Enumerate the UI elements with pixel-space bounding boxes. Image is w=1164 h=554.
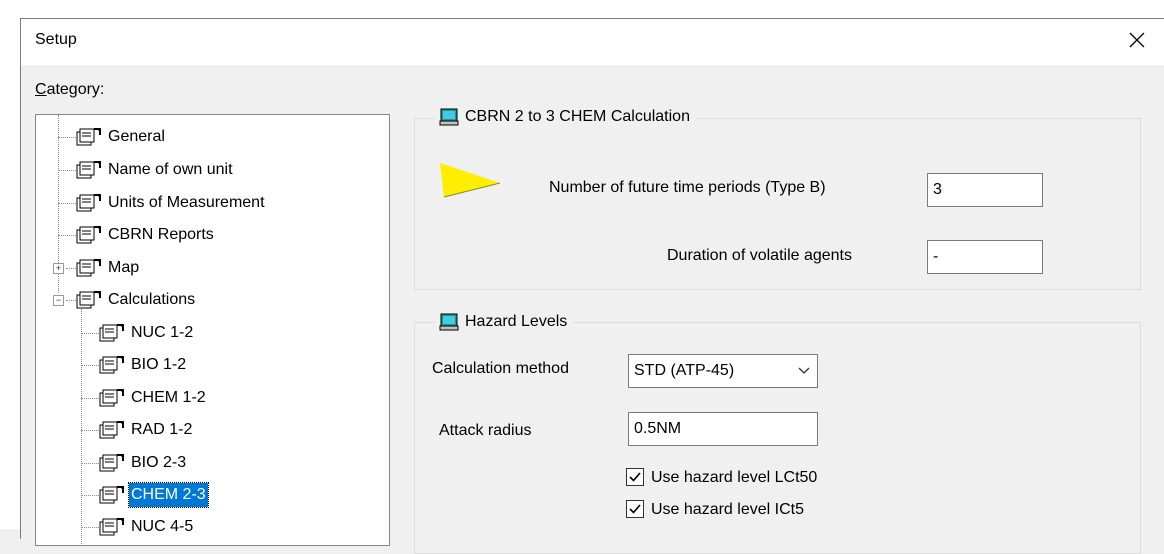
tree-line: [81, 463, 99, 464]
tree-line: [81, 527, 99, 528]
ict5-label: Use hazard level ICt5: [651, 501, 804, 518]
computer-icon: [439, 108, 459, 126]
tree-line: [81, 333, 99, 334]
tree-line: [58, 137, 76, 138]
computer-icon: [439, 313, 459, 331]
tree-line: [81, 398, 99, 399]
future-periods-label: Number of future time periods (Type B): [549, 179, 826, 196]
close-icon[interactable]: [1120, 23, 1154, 57]
tree-item-label: Name of own unit: [108, 161, 233, 178]
settings-page-icon: [99, 454, 124, 472]
tree-line: [81, 305, 82, 545]
duration-input[interactable]: -: [927, 240, 1043, 274]
tree-line: [81, 365, 99, 366]
attack-radius-input[interactable]: 0.5NM: [628, 412, 818, 446]
settings-page-icon: [76, 194, 101, 212]
settings-page-icon: [99, 389, 124, 407]
checkbox-box: [626, 500, 644, 518]
collapse-calculations-button[interactable]: −: [53, 295, 64, 306]
tree-item-label: RAD 1-2: [131, 421, 193, 438]
checkmark-icon: [629, 472, 641, 482]
calculation-method-value: STD (ATP-45): [634, 362, 735, 379]
lct50-label: Use hazard level LCt50: [651, 469, 818, 486]
future-periods-input[interactable]: 3: [927, 173, 1043, 207]
settings-page-icon: [76, 226, 101, 244]
calculation-method-select[interactable]: STD (ATP-45): [628, 354, 818, 388]
settings-page-icon: [99, 518, 124, 536]
tree-item-label: Units of Measurement: [108, 194, 265, 211]
tree-item-label: BIO 2-3: [131, 454, 187, 471]
settings-page-icon: [76, 128, 101, 146]
tree-line: [66, 300, 76, 301]
tree-item-label: Calculations: [108, 291, 196, 308]
tree-item-label: NUC 1-2: [131, 324, 194, 341]
chem-calculation-group-title: CBRN 2 to 3 CHEM Calculation: [435, 105, 696, 129]
settings-page-icon: [76, 291, 101, 309]
tree-item-label: BIO 1-2: [131, 356, 187, 373]
category-label: Category:: [35, 81, 105, 98]
tree-item-label: NUC 4-5: [131, 518, 194, 535]
tree-item-label: Map: [108, 259, 140, 276]
expand-map-button[interactable]: +: [53, 263, 64, 274]
tree-line: [58, 235, 76, 236]
tree-line: [58, 170, 76, 171]
settings-page-icon: [99, 421, 124, 439]
chevron-down-icon: [798, 367, 810, 374]
window-title: Setup: [35, 31, 77, 48]
title-bar: Setup: [21, 19, 1164, 65]
settings-page-icon: [99, 486, 124, 504]
settings-page-icon: [99, 356, 124, 374]
attack-radius-label: Attack radius: [439, 422, 532, 439]
tree-item-label-selected: CHEM 2-3: [128, 482, 209, 508]
tree-line: [66, 268, 76, 269]
tree-line: [81, 430, 99, 431]
calculation-method-label: Calculation method: [432, 360, 569, 377]
checkmark-icon: [629, 504, 641, 514]
hazard-levels-group-title: Hazard Levels: [435, 310, 574, 334]
settings-page-icon: [99, 324, 124, 342]
checkbox-box: [626, 468, 644, 486]
tree-item-label: CBRN Reports: [108, 226, 214, 243]
pointer-arrow-icon: [440, 163, 501, 198]
setup-dialog: Setup Category: + − General Name of own …: [20, 18, 1164, 554]
tree-line: [81, 495, 99, 496]
duration-label: Duration of volatile agents: [667, 247, 852, 264]
settings-page-icon: [76, 259, 101, 277]
tree-item-label: CHEM 1-2: [131, 389, 206, 406]
settings-page-icon: [76, 161, 101, 179]
tree-line: [58, 203, 76, 204]
category-tree[interactable]: + − General Name of own unit Units of Me…: [35, 114, 390, 546]
tree-item-label: General: [108, 128, 165, 145]
